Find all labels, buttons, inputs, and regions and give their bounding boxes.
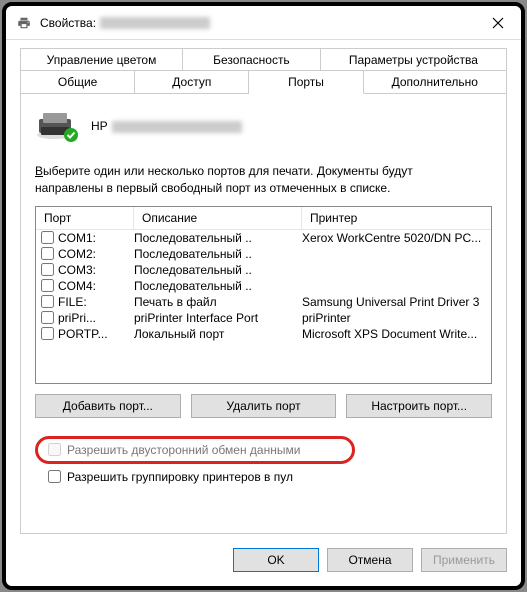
port-checkbox[interactable]	[41, 247, 54, 260]
ports-tab-panel: HP Выберите один или несколько портов дл…	[20, 93, 507, 534]
port-name: COM3:	[58, 263, 134, 277]
highlight-annotation: Разрешить двусторонний обмен данными	[35, 436, 355, 464]
port-buttons-row: Добавить порт... Удалить порт Настроить …	[35, 394, 492, 418]
port-row[interactable]: COM2:Последовательный ..	[36, 246, 491, 262]
port-name: COM4:	[58, 279, 134, 293]
port-desc: Печать в файл	[134, 295, 302, 309]
printer-titlebar-icon	[16, 16, 32, 30]
port-checkbox[interactable]	[41, 279, 54, 292]
ok-button[interactable]: OK	[233, 548, 319, 572]
port-printer: Xerox WorkCentre 5020/DN PC...	[302, 231, 491, 245]
port-row[interactable]: priPri...priPrinter Interface PortpriPri…	[36, 310, 491, 326]
column-header-printer[interactable]: Принтер	[302, 207, 491, 229]
bidirectional-label: Разрешить двусторонний обмен данными	[67, 443, 300, 457]
instruction-text: Выберите один или несколько портов для п…	[35, 163, 492, 198]
window-title: Свойства:	[40, 16, 475, 30]
titlebar: Свойства:	[6, 6, 521, 40]
tab-security[interactable]: Безопасность	[183, 48, 321, 71]
redacted-text	[100, 17, 210, 29]
printer-icon	[35, 111, 75, 141]
column-header-desc[interactable]: Описание	[134, 207, 302, 229]
port-row[interactable]: COM3:Последовательный ..	[36, 262, 491, 278]
printer-pooling-label: Разрешить группировку принтеров в пул	[67, 470, 293, 484]
bidirectional-checkbox[interactable]	[48, 443, 61, 456]
dialog-button-row: OK Отмена Применить	[20, 548, 507, 572]
redacted-text	[112, 121, 242, 133]
ports-table-header: Порт Описание Принтер	[36, 207, 491, 230]
close-button[interactable]	[475, 6, 521, 39]
port-checkbox[interactable]	[41, 231, 54, 244]
port-printer: Samsung Universal Print Driver 3	[302, 295, 491, 309]
add-port-button[interactable]: Добавить порт...	[35, 394, 181, 418]
tab-general[interactable]: Общие	[20, 70, 135, 94]
port-row[interactable]: COM4:Последовательный ..	[36, 278, 491, 294]
ports-table-body: COM1:Последовательный ..Xerox WorkCentre…	[36, 230, 491, 342]
tab-advanced[interactable]: Дополнительно	[364, 70, 507, 94]
printer-info-row: HP	[35, 111, 492, 141]
dialog-content: Управление цветом Безопасность Параметры…	[6, 40, 521, 586]
close-icon	[492, 17, 504, 29]
port-desc: Последовательный ..	[134, 279, 302, 293]
port-printer: priPrinter	[302, 311, 491, 325]
apply-button[interactable]: Применить	[421, 548, 507, 572]
tab-strip: Управление цветом Безопасность Параметры…	[20, 48, 507, 94]
port-desc: Последовательный ..	[134, 231, 302, 245]
port-row[interactable]: PORTP...Локальный портMicrosoft XPS Docu…	[36, 326, 491, 342]
port-desc: priPrinter Interface Port	[134, 311, 302, 325]
column-header-port[interactable]: Порт	[36, 207, 134, 229]
port-checkbox[interactable]	[41, 327, 54, 340]
port-name: PORTP...	[58, 327, 134, 341]
port-checkbox[interactable]	[41, 311, 54, 324]
printer-pooling-checkbox[interactable]	[48, 470, 61, 483]
port-name: FILE:	[58, 295, 134, 309]
printer-name: HP	[91, 119, 242, 133]
checkmark-badge-icon	[63, 127, 79, 143]
port-printer: Microsoft XPS Document Write...	[302, 327, 491, 341]
tab-color-management[interactable]: Управление цветом	[20, 48, 183, 71]
tab-ports[interactable]: Порты	[249, 70, 363, 94]
port-checkbox[interactable]	[41, 263, 54, 276]
port-name: COM2:	[58, 247, 134, 261]
delete-port-button[interactable]: Удалить порт	[191, 394, 337, 418]
properties-dialog: { "titlebar": { "prefix": "Свойства:" },…	[6, 6, 521, 586]
port-desc: Последовательный ..	[134, 263, 302, 277]
tab-sharing[interactable]: Доступ	[135, 70, 249, 94]
port-name: priPri...	[58, 311, 134, 325]
port-row[interactable]: FILE:Печать в файлSamsung Universal Prin…	[36, 294, 491, 310]
port-name: COM1:	[58, 231, 134, 245]
tab-device-settings[interactable]: Параметры устройства	[321, 48, 507, 71]
port-desc: Последовательный ..	[134, 247, 302, 261]
ports-table: Порт Описание Принтер COM1:Последователь…	[35, 206, 492, 384]
port-desc: Локальный порт	[134, 327, 302, 341]
cancel-button[interactable]: Отмена	[327, 548, 413, 572]
configure-port-button[interactable]: Настроить порт...	[346, 394, 492, 418]
port-checkbox[interactable]	[41, 295, 54, 308]
port-row[interactable]: COM1:Последовательный ..Xerox WorkCentre…	[36, 230, 491, 246]
